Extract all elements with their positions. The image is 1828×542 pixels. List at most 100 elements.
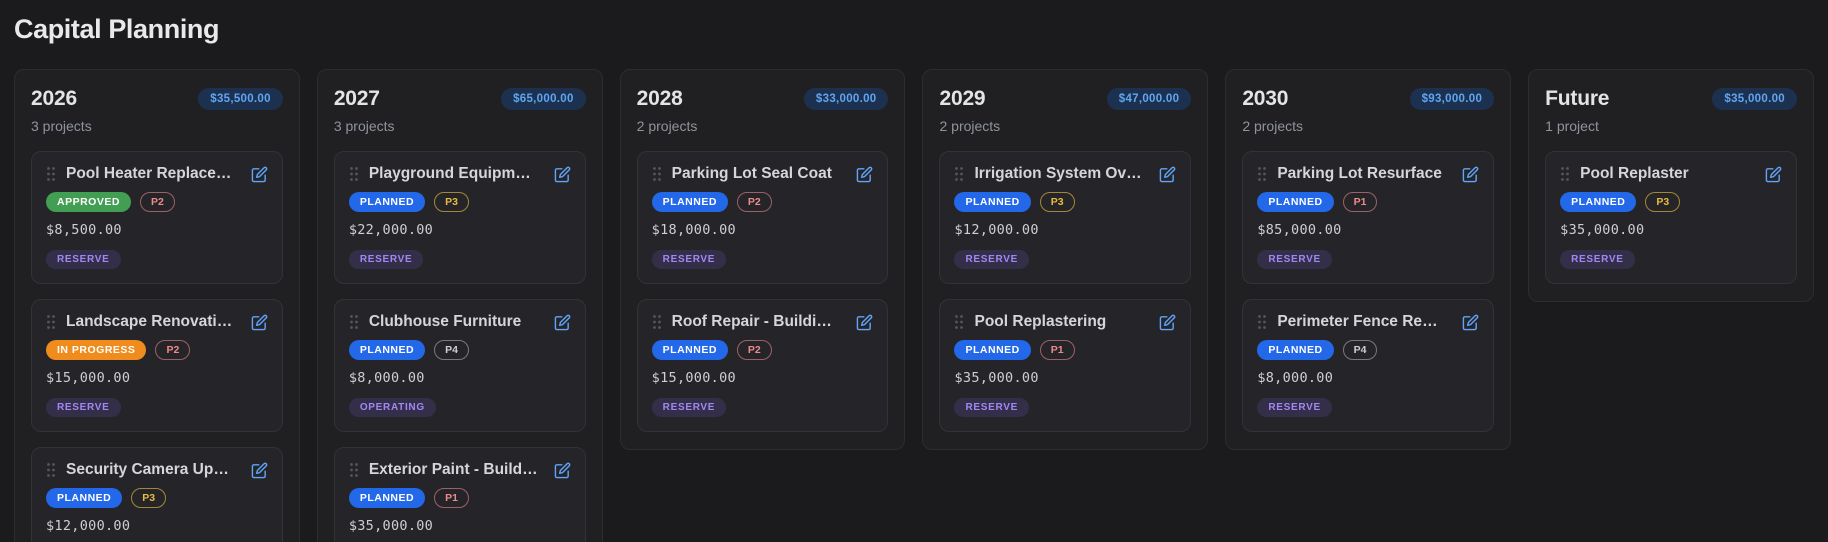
column-project-count: 3 projects <box>334 118 586 134</box>
badge-row: PLANNED P2 <box>652 340 874 360</box>
edit-button[interactable] <box>554 462 571 479</box>
edit-pencil-icon <box>554 166 571 183</box>
drag-handle-icon[interactable] <box>1257 166 1267 182</box>
badge-row: PLANNED P3 <box>349 192 571 212</box>
project-card[interactable]: Security Camera Upgrade PLANNED P3 $12,0… <box>31 447 283 542</box>
column-project-count: 1 project <box>1545 118 1797 134</box>
edit-pencil-icon <box>1462 166 1479 183</box>
edit-button[interactable] <box>1462 166 1479 183</box>
column-project-count: 2 projects <box>939 118 1191 134</box>
drag-handle-icon[interactable] <box>652 166 662 182</box>
column-year: 2030 <box>1242 87 1288 111</box>
year-column: 2028 $33,000.00 2 projects Parking Lot S… <box>620 69 906 450</box>
drag-handle-icon[interactable] <box>652 314 662 330</box>
drag-handle-icon[interactable] <box>349 166 359 182</box>
priority-badge: P4 <box>1343 340 1378 360</box>
column-budget-badge: $35,500.00 <box>198 88 283 110</box>
drag-handle-icon[interactable] <box>954 314 964 330</box>
edit-pencil-icon <box>1462 314 1479 331</box>
card-title-row: Pool Heater Replacement <box>46 165 268 183</box>
project-title: Security Camera Upgrade <box>66 461 235 479</box>
project-title: Parking Lot Resurface <box>1277 165 1446 183</box>
badge-row: IN PROGRESS P2 <box>46 340 268 360</box>
card-title-row: Security Camera Upgrade <box>46 461 268 479</box>
status-badge: PLANNED <box>1560 192 1636 212</box>
project-title: Pool Replaster <box>1580 165 1749 183</box>
card-title-row: Irrigation System Overhaul <box>954 165 1176 183</box>
edit-button[interactable] <box>1462 314 1479 331</box>
column-year: Future <box>1545 87 1609 111</box>
project-amount: $18,000.00 <box>652 222 874 238</box>
edit-button[interactable] <box>856 166 873 183</box>
edit-button[interactable] <box>1159 314 1176 331</box>
project-card[interactable]: Parking Lot Resurface PLANNED P1 $85,000… <box>1242 151 1494 284</box>
edit-button[interactable] <box>1765 166 1782 183</box>
status-badge: IN PROGRESS <box>46 340 146 360</box>
edit-button[interactable] <box>251 462 268 479</box>
project-amount: $85,000.00 <box>1257 222 1479 238</box>
drag-handle-icon[interactable] <box>46 314 56 330</box>
project-card[interactable]: Pool Replastering PLANNED P1 $35,000.00 … <box>939 299 1191 432</box>
priority-badge: P4 <box>434 340 469 360</box>
project-card[interactable]: Perimeter Fence Repair PLANNED P4 $8,000… <box>1242 299 1494 432</box>
status-badge: PLANNED <box>1257 192 1333 212</box>
year-column: 2026 $35,500.00 3 projects Pool Heater R… <box>14 69 300 542</box>
edit-button[interactable] <box>251 166 268 183</box>
fund-badge: RESERVE <box>652 398 727 417</box>
project-title: Irrigation System Overhaul <box>974 165 1143 183</box>
project-title: Parking Lot Seal Coat <box>672 165 841 183</box>
drag-handle-icon[interactable] <box>349 314 359 330</box>
drag-handle-icon[interactable] <box>349 462 359 478</box>
project-card[interactable]: Landscape Renovation - Pha... IN PROGRES… <box>31 299 283 432</box>
edit-pencil-icon <box>1159 166 1176 183</box>
column-year: 2026 <box>31 87 77 111</box>
drag-handle-icon[interactable] <box>1257 314 1267 330</box>
column-header: Future $35,000.00 <box>1545 87 1797 111</box>
project-card[interactable]: Playground Equipment PLANNED P3 $22,000.… <box>334 151 586 284</box>
project-amount: $8,500.00 <box>46 222 268 238</box>
edit-button[interactable] <box>554 314 571 331</box>
column-header: 2026 $35,500.00 <box>31 87 283 111</box>
edit-button[interactable] <box>1159 166 1176 183</box>
card-title-row: Roof Repair - Building B <box>652 313 874 331</box>
column-year: 2029 <box>939 87 985 111</box>
fund-badge: RESERVE <box>46 398 121 417</box>
badge-row: PLANNED P3 <box>954 192 1176 212</box>
column-header: 2030 $93,000.00 <box>1242 87 1494 111</box>
edit-button[interactable] <box>554 166 571 183</box>
drag-handle-icon[interactable] <box>954 166 964 182</box>
drag-handle-icon[interactable] <box>46 166 56 182</box>
edit-button[interactable] <box>251 314 268 331</box>
edit-pencil-icon <box>554 314 571 331</box>
project-amount: $35,000.00 <box>349 518 571 534</box>
status-badge: PLANNED <box>652 192 728 212</box>
status-badge: PLANNED <box>349 488 425 508</box>
edit-pencil-icon <box>251 462 268 479</box>
project-amount: $15,000.00 <box>46 370 268 386</box>
card-title-row: Playground Equipment <box>349 165 571 183</box>
year-column: 2030 $93,000.00 2 projects Parking Lot R… <box>1225 69 1511 450</box>
status-badge: PLANNED <box>652 340 728 360</box>
page-title: Capital Planning <box>14 14 1814 45</box>
column-project-count: 3 projects <box>31 118 283 134</box>
drag-handle-icon[interactable] <box>46 462 56 478</box>
project-amount: $8,000.00 <box>1257 370 1479 386</box>
project-card[interactable]: Clubhouse Furniture PLANNED P4 $8,000.00… <box>334 299 586 432</box>
project-title: Perimeter Fence Repair <box>1277 313 1446 331</box>
card-title-row: Pool Replaster <box>1560 165 1782 183</box>
column-header: 2029 $47,000.00 <box>939 87 1191 111</box>
badge-row: PLANNED P1 <box>349 488 571 508</box>
project-card[interactable]: Pool Heater Replacement APPROVED P2 $8,5… <box>31 151 283 284</box>
priority-badge: P3 <box>131 488 166 508</box>
badge-row: PLANNED P4 <box>1257 340 1479 360</box>
project-card[interactable]: Pool Replaster PLANNED P3 $35,000.00 RES… <box>1545 151 1797 284</box>
priority-badge: P3 <box>1040 192 1075 212</box>
edit-button[interactable] <box>856 314 873 331</box>
project-card[interactable]: Parking Lot Seal Coat PLANNED P2 $18,000… <box>637 151 889 284</box>
project-card[interactable]: Irrigation System Overhaul PLANNED P3 $1… <box>939 151 1191 284</box>
priority-badge: P2 <box>140 192 175 212</box>
project-card[interactable]: Exterior Paint - Building A PLANNED P1 $… <box>334 447 586 542</box>
project-card[interactable]: Roof Repair - Building B PLANNED P2 $15,… <box>637 299 889 432</box>
drag-handle-icon[interactable] <box>1560 166 1570 182</box>
fund-badge: RESERVE <box>954 398 1029 417</box>
